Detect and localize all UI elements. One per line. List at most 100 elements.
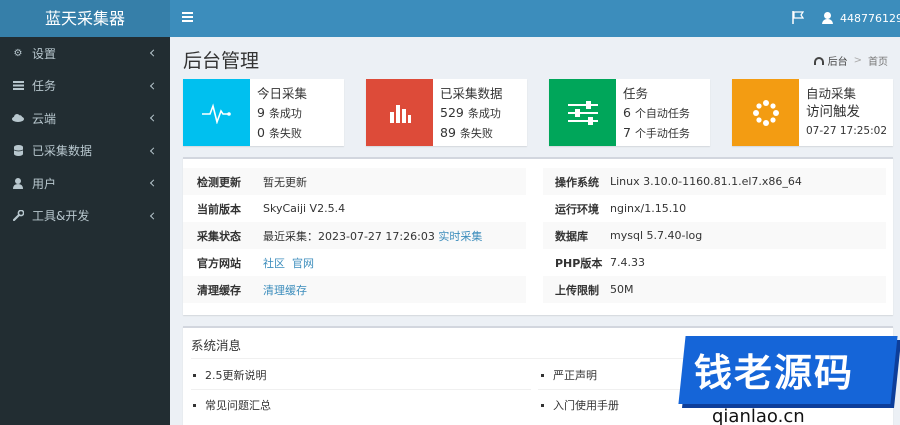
- info-value: 最近采集：2023-07-27 17:26:03: [263, 229, 435, 243]
- sidebar-item-collected-data[interactable]: 已采集数据: [0, 135, 170, 168]
- info-row-website: 官方网站 社区 官网: [183, 249, 526, 276]
- sidebar-item-label: 云端: [32, 111, 57, 126]
- info-value: 暂无更新: [263, 175, 307, 189]
- trigger-mode: 访问触发: [806, 104, 860, 120]
- info-row-clear-cache: 清理缓存 清理缓存: [183, 276, 526, 303]
- success-label: 条成功: [268, 107, 302, 120]
- fail-count: 89: [440, 125, 456, 140]
- bullet-icon: [193, 373, 196, 377]
- infobox-title: 今日采集: [257, 86, 308, 101]
- watermark: 钱老源码 qianlao.cn: [676, 320, 900, 425]
- clear-cache-link[interactable]: 清理缓存: [263, 284, 307, 297]
- user-menu[interactable]: 448776129: [822, 10, 900, 26]
- pulse-icon: [183, 79, 250, 146]
- sidebar-item-cloud[interactable]: 云端: [0, 102, 170, 135]
- username: 448776129: [840, 11, 900, 25]
- infobox-title: 已采集数据: [440, 86, 503, 101]
- info-label: 操作系统: [555, 175, 599, 189]
- community-link[interactable]: 社区: [263, 257, 285, 270]
- sidebar-item-label: 工具&开发: [32, 209, 90, 224]
- auto-task-count: 6: [623, 105, 631, 120]
- info-row-upload-limit: 上传限制 50M: [543, 276, 886, 303]
- breadcrumb-current: 首页: [868, 57, 888, 68]
- sidebar-item-label: 已采集数据: [32, 144, 93, 159]
- info-label: 清理缓存: [197, 283, 241, 297]
- user-icon: [822, 12, 833, 24]
- top-navbar: 448776129: [170, 0, 900, 37]
- spinner-icon: [732, 79, 799, 146]
- sidebar-item-tasks[interactable]: 任务: [0, 70, 170, 103]
- tasks-icon: [12, 80, 24, 92]
- messages-title: 系统消息: [191, 338, 242, 353]
- last-run-time: 07-27 17:25:02: [806, 125, 888, 137]
- auto-task-label: 个自动任务: [634, 107, 690, 120]
- fail-label: 条失败: [268, 127, 302, 140]
- database-icon: [12, 145, 24, 157]
- watermark-url: qianlao.cn: [712, 406, 805, 425]
- message-item[interactable]: 常见问题汇总: [193, 397, 271, 413]
- infobox-title: 自动采集: [806, 86, 857, 101]
- info-label: 官方网站: [197, 256, 241, 270]
- bullet-icon: [541, 403, 544, 407]
- info-row-server: 运行环境 nginx/1.15.10: [543, 195, 886, 222]
- message-item[interactable]: 2.5更新说明: [193, 367, 267, 383]
- sidebar-item-settings[interactable]: ⚙ 设置: [0, 37, 170, 70]
- info-row-update: 检测更新 暂无更新: [183, 168, 526, 195]
- wrench-icon: [12, 210, 24, 222]
- info-label: 采集状态: [197, 229, 241, 243]
- infobox-auto-collect: 自动采集 访问触发 07-27 17:25:02: [732, 79, 893, 146]
- divider: [191, 389, 531, 390]
- infobox-tasks: 任务 6 个自动任务 7 个手动任务: [549, 79, 710, 146]
- info-value: Linux 3.10.0-1160.81.1.el7.x86_64: [610, 175, 802, 188]
- info-label: PHP版本: [555, 256, 603, 270]
- sidebar-item-label: 设置: [32, 46, 57, 61]
- chevron-left-icon: [149, 147, 158, 155]
- message-link[interactable]: 2.5更新说明: [205, 367, 267, 383]
- infobox-title: 任务: [623, 86, 649, 101]
- chevron-left-icon: [149, 49, 158, 57]
- message-item[interactable]: 入门使用手册: [541, 397, 619, 413]
- sidebar-item-label: 用户: [32, 176, 57, 191]
- sidebar: ⚙ 设置 任务 云端 已采集数据 用户 工具&开发: [0, 37, 170, 425]
- info-value: nginx/1.15.10: [610, 202, 687, 215]
- chevron-left-icon: [149, 82, 158, 90]
- success-count: 9: [257, 105, 265, 120]
- info-value: mysql 5.7.40-log: [610, 229, 703, 242]
- user-icon: [12, 177, 24, 189]
- info-row-os: 操作系统 Linux 3.10.0-1160.81.1.el7.x86_64: [543, 168, 886, 195]
- official-site-link[interactable]: 官网: [292, 257, 314, 270]
- infobox-today-collect: 今日采集 9 条成功 0 条失败: [183, 79, 344, 146]
- sidebar-item-users[interactable]: 用户: [0, 167, 170, 200]
- message-item[interactable]: 严正声明: [541, 367, 597, 383]
- breadcrumb-home[interactable]: 后台: [828, 53, 848, 68]
- flag-icon[interactable]: [792, 11, 804, 24]
- info-label: 运行环境: [555, 202, 599, 216]
- manual-task-count: 7: [623, 125, 631, 140]
- message-link[interactable]: 常见问题汇总: [205, 397, 271, 413]
- realtime-collect-link[interactable]: 实时采集: [438, 230, 482, 243]
- gear-icon: ⚙: [13, 47, 23, 59]
- info-label: 检测更新: [197, 175, 241, 189]
- info-label: 上传限制: [555, 283, 599, 297]
- bullet-icon: [193, 403, 196, 407]
- app-logo[interactable]: 蓝天采集器: [0, 0, 170, 37]
- fail-count: 0: [257, 125, 265, 140]
- message-link[interactable]: 入门使用手册: [553, 397, 619, 413]
- manual-task-label: 个手动任务: [634, 127, 690, 140]
- info-label: 当前版本: [197, 202, 241, 216]
- message-link[interactable]: 严正声明: [553, 367, 597, 383]
- sliders-icon: [549, 79, 616, 146]
- infobox-collected-data: 已采集数据 529 条成功 89 条失败: [366, 79, 527, 146]
- page-title: 后台管理: [183, 50, 260, 72]
- sidebar-toggle-icon[interactable]: [182, 12, 193, 22]
- chevron-left-icon: [149, 179, 158, 187]
- info-value: SkyCaiji V2.5.4: [263, 202, 346, 215]
- sidebar-item-label: 任务: [32, 79, 57, 94]
- fail-label: 条失败: [459, 127, 493, 140]
- sidebar-item-tools[interactable]: 工具&开发: [0, 200, 170, 233]
- bar-chart-icon: [366, 79, 433, 146]
- bullet-icon: [541, 373, 544, 377]
- cloud-icon: [12, 112, 24, 124]
- dashboard-icon: [813, 56, 824, 65]
- info-value: 50M: [610, 283, 634, 296]
